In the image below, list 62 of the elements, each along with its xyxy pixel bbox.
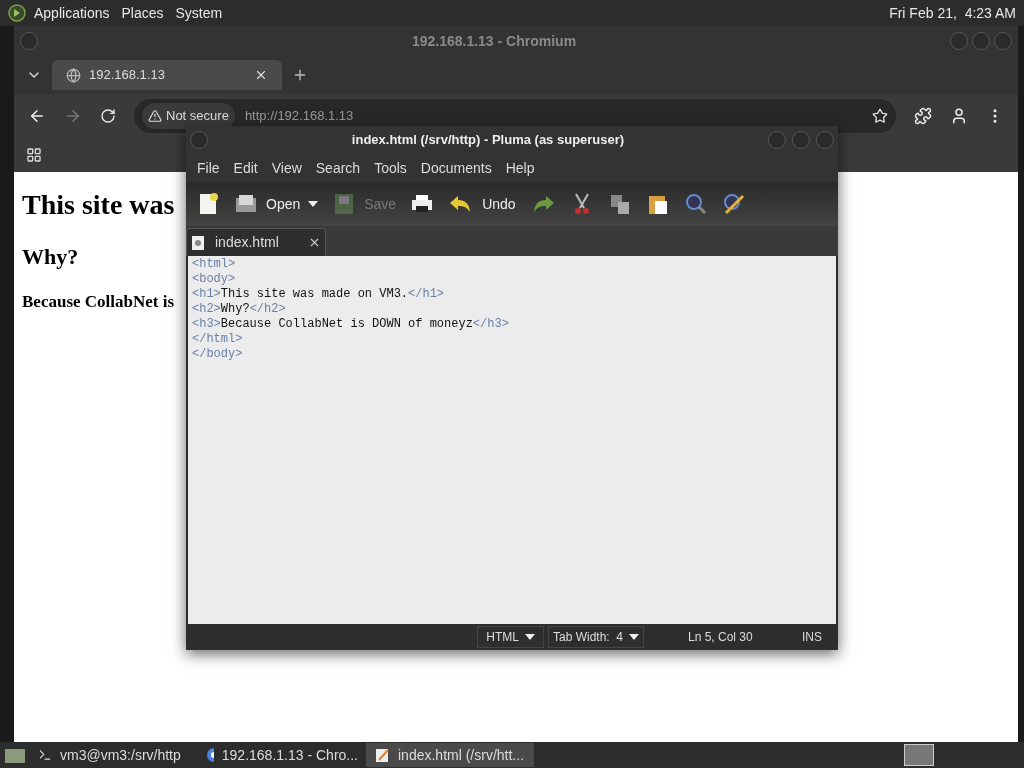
panel-menu[interactable]: Applications <box>34 2 110 24</box>
cursor-position: Ln 5, Col 30 <box>688 629 754 646</box>
warning-icon <box>148 109 162 123</box>
globe-icon <box>66 67 81 83</box>
taskbar-button[interactable]: index.html (/srv/htt... <box>366 743 534 767</box>
page-subheading: Why? <box>22 243 79 271</box>
toolbar-button[interactable]: Undo <box>448 192 516 216</box>
security-chip[interactable]: Not secure <box>142 103 235 129</box>
window-title: 192.168.1.13 - Chromium <box>410 31 578 51</box>
insert-mode: INS <box>802 629 822 646</box>
reload-icon[interactable] <box>100 108 116 124</box>
url-text: http://192.168.1.13 <box>244 107 355 126</box>
close-icon[interactable] <box>254 68 268 82</box>
tab-width-selector[interactable]: Tab Width: 4 <box>547 626 644 648</box>
menu-item[interactable]: Search <box>308 157 368 179</box>
toolbar-button[interactable]: Open <box>234 192 319 216</box>
bookmark-star-icon[interactable] <box>872 108 888 124</box>
distro-logo-icon[interactable] <box>8 4 26 22</box>
window-title: index.html (/srv/http) - Pluma (as superuser) <box>350 131 626 150</box>
menu-item[interactable]: Help <box>498 157 542 179</box>
dropdown-arrow-icon <box>524 634 535 640</box>
menu-item[interactable]: Tools <box>367 157 414 179</box>
code-line: </html> <box>192 332 243 347</box>
code-line: <h2>Why?</h2> <box>192 302 286 317</box>
document-tab[interactable]: index.html <box>186 228 326 256</box>
panel-menu[interactable]: System <box>175 2 223 24</box>
show-desktop-icon[interactable] <box>4 746 26 764</box>
code-line: <html> <box>192 257 236 272</box>
code-line: </body> <box>192 347 243 362</box>
browser-tab[interactable]: 192.168.1.13 <box>52 60 282 90</box>
dropdown-arrow-icon[interactable] <box>308 201 319 207</box>
page-heading: This site was <box>22 188 175 222</box>
workspace-switcher[interactable] <box>904 744 934 766</box>
language-selector[interactable]: HTML <box>477 626 544 648</box>
menu-item[interactable]: File <box>190 157 227 179</box>
document-icon <box>191 234 205 251</box>
panel-menu[interactable]: Places <box>121 2 164 24</box>
terminal-icon <box>38 748 52 762</box>
search-icon[interactable] <box>683 192 708 216</box>
code-line: <h3>Because CollabNet is DOWN of moneyz</h3> <box>192 317 509 332</box>
find-replace-icon[interactable] <box>721 192 746 216</box>
menu-item[interactable]: Documents <box>413 157 499 179</box>
dropdown-arrow-icon <box>629 634 639 640</box>
close-icon[interactable] <box>308 236 321 249</box>
taskbar-button[interactable]: 192.168.1.13 - Chro... <box>198 743 366 767</box>
taskbar-button[interactable]: vm3@vm3:/srv/http <box>30 743 198 767</box>
extensions-icon[interactable] <box>914 107 932 125</box>
code-line: <body> <box>192 272 236 287</box>
code-line: <h1>This site was made on VM3.</h1> <box>192 287 445 302</box>
clock[interactable]: Fri Feb 21, 4:23 AM <box>889 2 1016 24</box>
apps-grid-icon[interactable] <box>26 147 42 163</box>
menu-item[interactable]: Edit <box>226 157 265 179</box>
text-editor-area[interactable]: <html> <body> <h1>This site was made on VM3.</h1> <h2>Why?</h2> <h3>Because CollabNet is DOWN of moneyz</h3> </html> </body> <box>188 256 836 624</box>
back-icon[interactable] <box>28 107 46 125</box>
text-editor-icon <box>374 747 390 763</box>
new-tab-icon[interactable] <box>292 67 308 83</box>
forward-icon[interactable] <box>64 107 82 125</box>
tab-title: 192.168.1.13 <box>89 66 166 85</box>
profile-icon[interactable] <box>950 107 968 125</box>
browser-icon <box>206 747 214 763</box>
menu-item[interactable]: View <box>264 157 309 179</box>
page-text: Because CollabNet is <box>22 291 175 313</box>
